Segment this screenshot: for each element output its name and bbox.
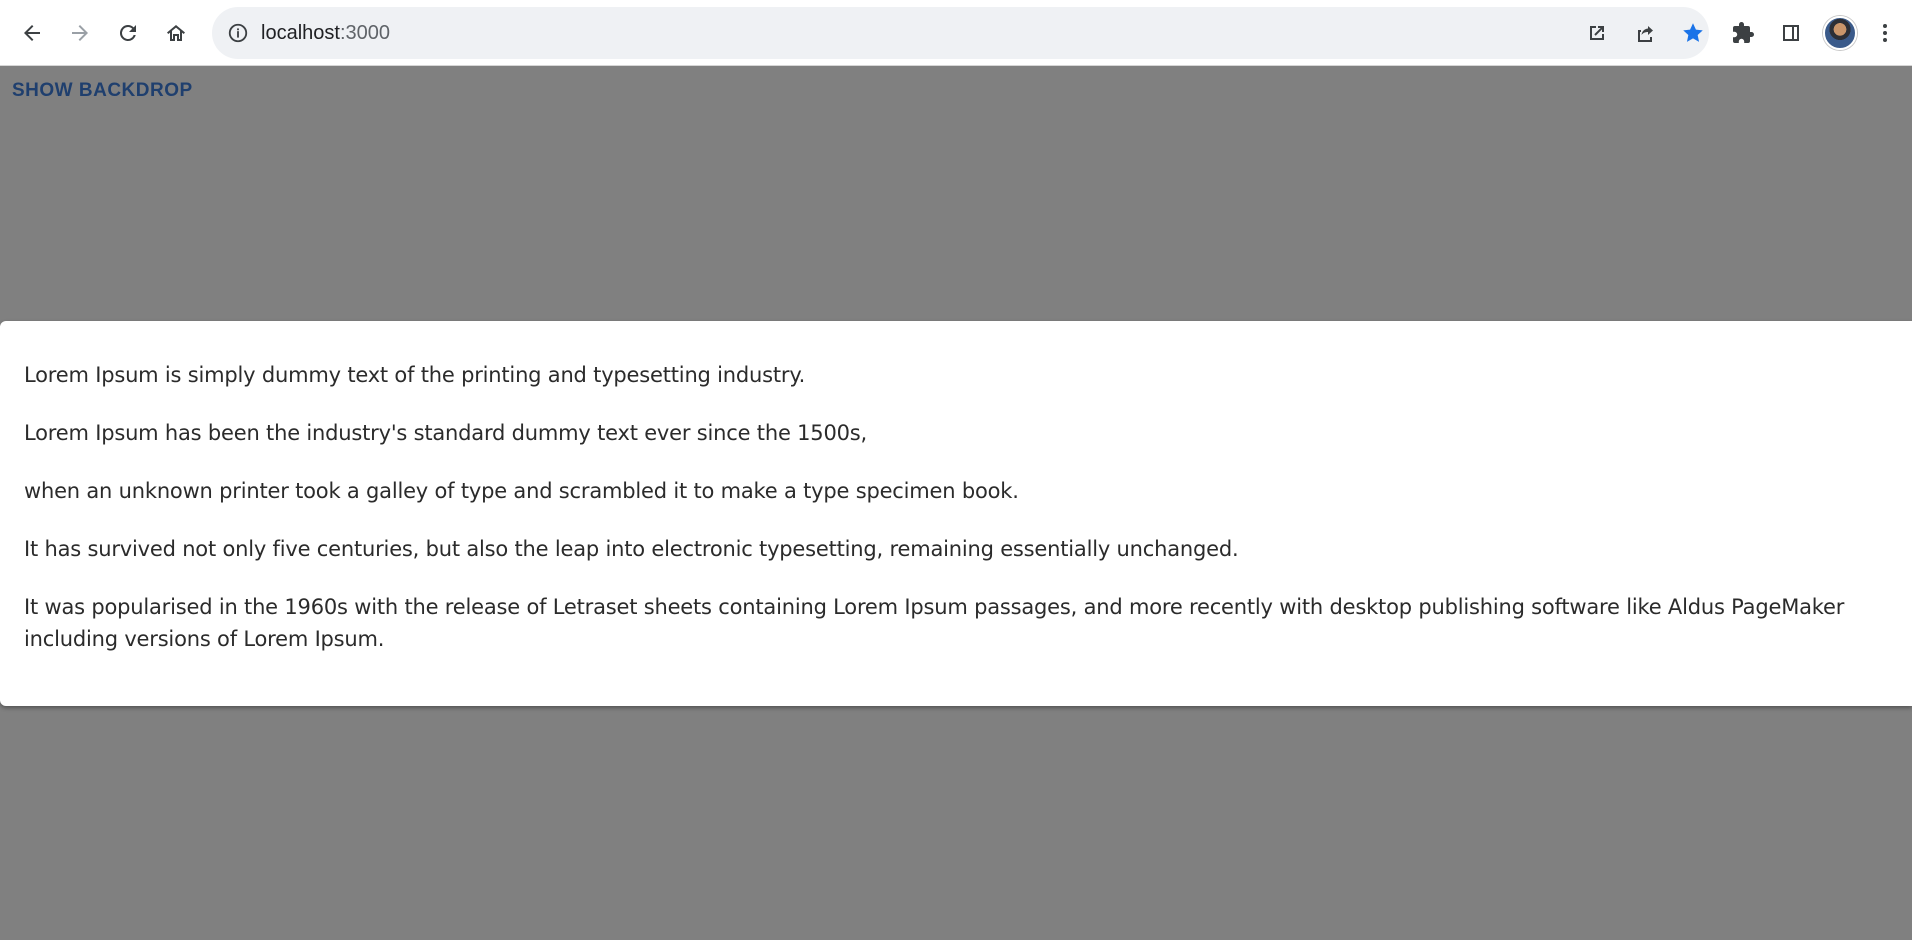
open-external-icon <box>1590 26 1604 40</box>
paragraph: when an unknown printer took a galley of… <box>24 479 1019 503</box>
paragraph: Lorem Ipsum has been the industry's stan… <box>24 421 868 445</box>
forward-arrow-icon <box>72 25 88 41</box>
side-panel-button[interactable] <box>1771 13 1811 53</box>
browser-menu-button[interactable] <box>1867 13 1903 53</box>
home-button[interactable] <box>156 13 196 53</box>
bookmark-button[interactable] <box>1673 13 1713 53</box>
url-host: localhost <box>261 22 340 44</box>
puzzle-icon <box>1733 22 1754 43</box>
profile-avatar[interactable] <box>1823 16 1857 50</box>
page-viewport: SHOW BACKDROP Lorem Ipsum is simply dumm… <box>0 66 1912 940</box>
address-bar[interactable]: localhost:3000 <box>212 7 1709 59</box>
site-info-icon[interactable] <box>220 15 256 51</box>
share-button[interactable] <box>1625 13 1665 53</box>
extensions-button[interactable] <box>1723 13 1763 53</box>
browser-toolbar: localhost:3000 <box>0 0 1912 66</box>
kebab-menu-icon <box>1883 24 1887 42</box>
paragraph: It was popularised in the 1960s with the… <box>24 595 1845 651</box>
url-text[interactable]: localhost:3000 <box>261 7 390 59</box>
forward-button[interactable] <box>60 13 100 53</box>
star-icon <box>1683 23 1703 42</box>
side-panel-icon <box>1783 25 1799 41</box>
reload-button[interactable] <box>108 13 148 53</box>
home-icon <box>167 25 185 41</box>
open-external-button[interactable] <box>1577 13 1617 53</box>
back-arrow-icon <box>24 25 40 41</box>
paragraph: It has survived not only five centuries,… <box>24 537 1239 561</box>
back-button[interactable] <box>12 13 52 53</box>
reload-icon <box>119 24 136 41</box>
show-backdrop-button[interactable]: SHOW BACKDROP <box>4 74 201 108</box>
paragraph: Lorem Ipsum is simply dummy text of the … <box>24 363 806 387</box>
url-port: :3000 <box>339 22 390 44</box>
content-sheet: Lorem Ipsum is simply dummy text of the … <box>0 321 1912 706</box>
share-icon <box>1638 26 1653 42</box>
